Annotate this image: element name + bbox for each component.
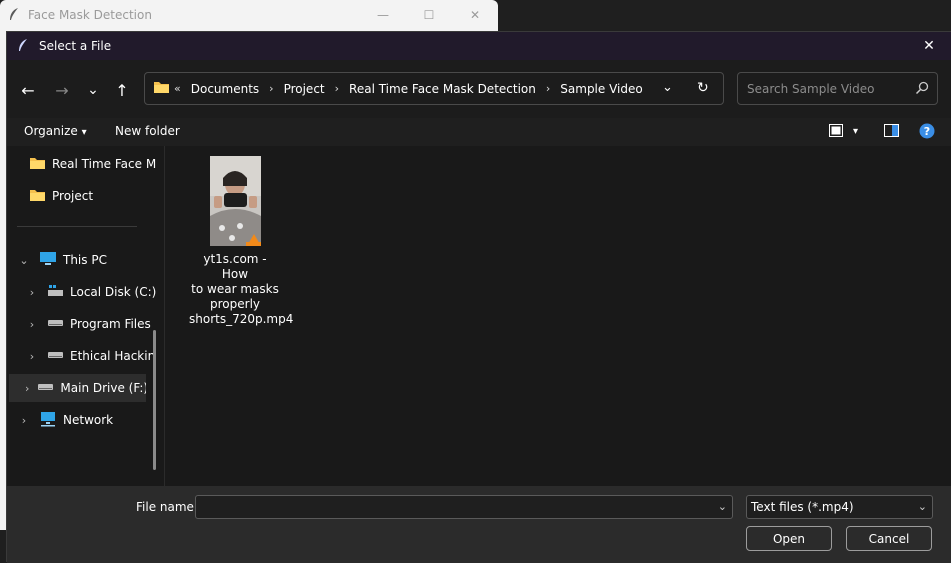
sidebar-item-label: This PC [63,253,107,267]
chevron-right-icon[interactable]: › [25,382,29,395]
cancel-button[interactable]: Cancel [846,526,932,551]
forward-button[interactable]: → [50,78,74,102]
file-item[interactable]: yt1s.com - How to wear masks properly sh… [189,156,294,327]
background-window-title: Face Mask Detection [28,8,152,22]
minimize-button[interactable]: — [360,0,406,30]
file-name-line: properly [210,297,260,311]
dialog-title: Select a File [39,39,112,53]
view-dropdown-icon[interactable]: ▾ [853,126,858,137]
close-button[interactable]: ✕ [452,0,498,30]
chevron-down-icon: ⌄ [87,82,99,98]
refresh-icon[interactable]: ↻ [697,80,709,96]
open-button[interactable]: Open [746,526,832,551]
video-thumbnail-icon [209,156,261,246]
view-options-button[interactable] [829,124,843,140]
divider [17,226,137,227]
file-name-label: File name: [136,500,198,514]
chevron-right-icon[interactable]: › [25,350,39,363]
sidebar-item-program-files[interactable]: › Program Files [25,310,165,338]
sidebar-item-local-disk-c[interactable]: › Local Disk (C:) [25,278,165,306]
up-button[interactable]: ↑ [110,78,134,102]
view-icon [829,124,843,137]
sidebar-item-real-time-face-mask[interactable]: Real Time Face M [29,150,169,178]
breadcrumb-separator-icon[interactable]: › [546,82,550,95]
chevron-right-icon[interactable]: › [25,318,39,331]
navigation-bar: ← → ⌄ ↑ « Documents › Project › Real Tim… [7,60,951,118]
file-name: yt1s.com - How to wear masks properly sh… [189,252,294,327]
dialog-footer: File name: ⌄ Text files (*.mp4) ⌄ Open C… [7,486,951,563]
command-bar: Organize ▾ New folder ▾ ? [7,118,951,146]
breadcrumb-documents[interactable]: Documents [191,82,259,96]
new-folder-button[interactable]: New folder [115,124,180,138]
feather-icon [8,7,20,24]
breadcrumb-project[interactable]: Project [284,82,325,96]
search-input[interactable] [747,81,907,96]
chevron-right-icon[interactable]: › [17,414,31,427]
sidebar-item-label: Network [63,413,114,427]
sidebar-item-this-pc[interactable]: ⌄ This PC [17,246,157,274]
svg-text:?: ? [924,125,930,138]
folder-icon [29,188,46,205]
chevron-down-icon: ⌄ [917,500,927,513]
computer-icon [39,251,57,269]
close-icon: ✕ [923,38,935,54]
sidebar-item-label: Program Files [70,317,151,331]
organize-button[interactable]: Organize ▾ [24,124,87,138]
file-name-line: shorts_720p.mp4 [189,312,294,326]
navigation-scrollbar[interactable] [153,330,156,470]
sidebar-item-main-drive-f[interactable]: › Main Drive (F:) [9,374,146,402]
folder-icon [29,156,46,173]
arrow-right-icon: → [55,80,69,100]
drive-icon [37,380,54,396]
folder-icon [153,80,170,97]
windows-drive-icon [47,284,64,300]
help-button[interactable]: ? [919,123,935,142]
dialog-titlebar: Select a File [7,32,951,60]
preview-pane-icon [884,124,899,137]
arrow-left-icon: ← [21,80,35,100]
maximize-button[interactable]: ☐ [406,0,452,30]
chevron-down-icon: ▾ [81,127,87,138]
drive-icon [47,316,64,332]
file-type-select[interactable]: Text files (*.mp4) ⌄ [746,495,933,519]
chevron-down-icon[interactable]: ⌄ [718,500,727,513]
breadcrumb-sample-video[interactable]: Sample Video [560,82,642,96]
sidebar-item-label: Local Disk (C:) [70,285,157,299]
address-bar[interactable]: « Documents › Project › Real Time Face M… [144,72,724,105]
file-list: yt1s.com - How to wear masks properly sh… [165,146,951,486]
file-type-value: Text files (*.mp4) [751,500,854,514]
address-dropdown-icon[interactable]: ⌄ [662,80,673,95]
feather-icon [17,38,29,55]
search-box[interactable] [737,72,938,105]
breadcrumb-separator-icon[interactable]: › [269,82,273,95]
sidebar-item-label: Project [52,189,94,203]
search-icon[interactable] [915,81,929,98]
organize-label: Organize [24,124,78,138]
sidebar-item-label: Real Time Face M [52,157,157,171]
navigation-pane: Real Time Face M Project ⌄ This PC › Loc… [7,146,157,486]
back-button[interactable]: ← [16,78,40,102]
sidebar-item-ethical-hacking[interactable]: › Ethical Hackin [25,342,165,370]
recent-locations-button[interactable]: ⌄ [81,78,105,102]
file-name-line: to wear masks [191,282,279,296]
file-dialog: Select a File ✕ ← → ⌄ ↑ « Documents › Pr… [6,31,951,563]
overflow-chevron-icon[interactable]: « [174,82,181,95]
drive-icon [47,348,64,364]
arrow-up-icon: ↑ [115,80,129,100]
sidebar-item-network[interactable]: › Network [17,406,157,434]
file-name-field[interactable]: ⌄ [195,495,733,519]
sidebar-item-project[interactable]: Project [29,182,169,210]
help-icon: ? [919,123,935,139]
network-icon [39,411,57,430]
sidebar-item-label: Ethical Hackin [70,349,156,363]
preview-pane-button[interactable] [884,124,899,140]
dialog-close-button[interactable]: ✕ [911,32,947,60]
chevron-right-icon[interactable]: › [25,286,39,299]
breadcrumb-real-time-face-mask-detection[interactable]: Real Time Face Mask Detection [349,82,536,96]
file-name-line: yt1s.com - How [203,252,267,281]
breadcrumb-separator-icon[interactable]: › [335,82,339,95]
chevron-down-icon[interactable]: ⌄ [17,254,31,267]
sidebar-item-label: Main Drive (F:) [60,381,146,395]
